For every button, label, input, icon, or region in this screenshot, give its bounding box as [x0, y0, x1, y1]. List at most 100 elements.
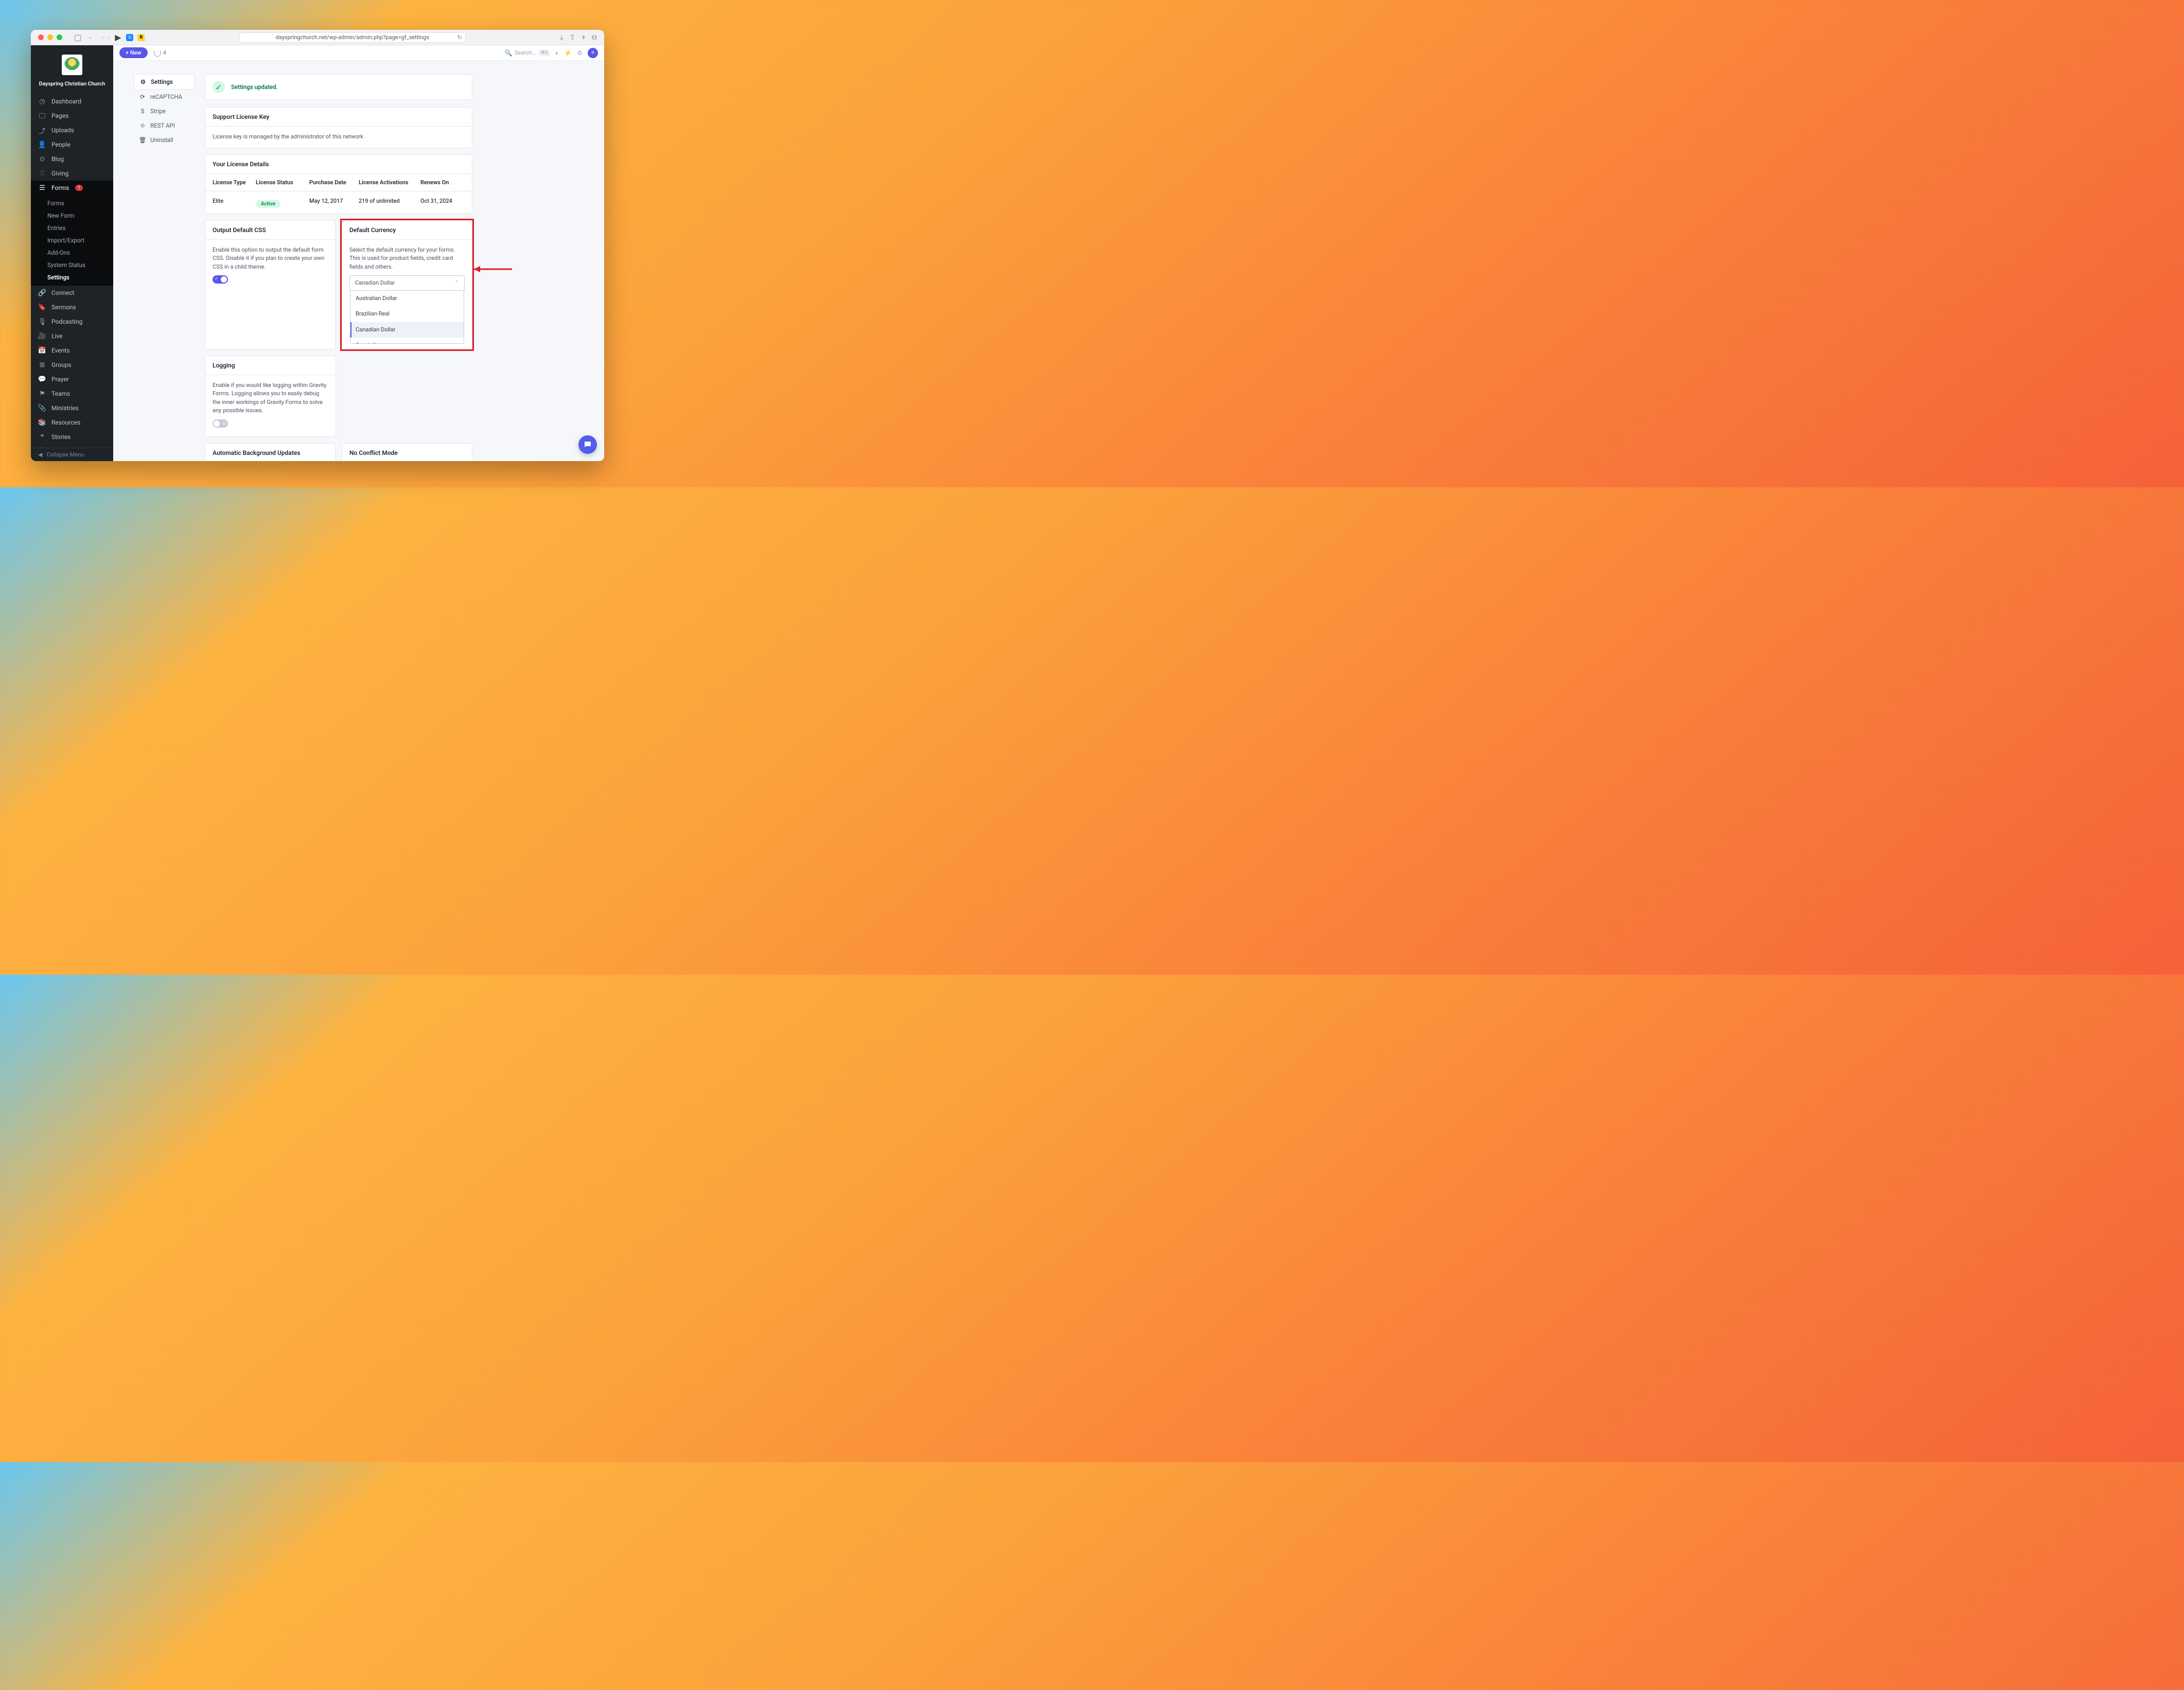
dropdown-option[interactable]: Czech Koruna [350, 338, 464, 344]
sidebar-item-ministries[interactable]: 📎Ministries [31, 401, 113, 415]
sidebar-item-groups[interactable]: ⊞Groups [31, 358, 113, 372]
play-icon[interactable]: ▶ [114, 33, 122, 42]
bolt-icon[interactable]: ⚡ [564, 49, 572, 57]
license-table-row: Elite Active May 12, 2017 219 of unlimit… [205, 191, 472, 214]
extension-icon[interactable]: R [137, 34, 145, 41]
traffic-lights [38, 34, 62, 40]
reload-icon[interactable]: ↻ [457, 34, 462, 41]
intercom-button[interactable] [578, 435, 597, 454]
share-icon[interactable]: ⇧ [569, 33, 575, 42]
site-name: Dayspring Christian Church [39, 80, 105, 87]
currency-card: Default Currency Select the default curr… [342, 220, 472, 349]
minimize-window-button[interactable] [47, 34, 53, 40]
td: Active [256, 198, 309, 207]
submenu-item[interactable]: Entries [31, 222, 113, 234]
card-title: Default Currency [342, 221, 472, 240]
forward-button[interactable]: › [108, 33, 110, 42]
search-box[interactable]: 🔍 Search... ⌘K [505, 49, 550, 57]
currency-select[interactable]: Canadian Dollar ⌃ Australian DollarBrazi… [349, 275, 465, 291]
row-updates-conflict: Automatic Background Updates Enable to a… [205, 443, 472, 461]
trash-icon: 🗑 [139, 136, 146, 144]
link-icon: 🔗 [38, 289, 46, 297]
sidenav-item-stripe[interactable]: SStripe [134, 104, 195, 118]
site-logo[interactable] [62, 55, 82, 75]
submenu-item[interactable]: New Form [31, 209, 113, 222]
toolbar-right: ⤓ ⇧ + ⧉ [560, 33, 597, 42]
td: 219 of unlimited [359, 198, 420, 207]
td: May 12, 2017 [309, 198, 359, 207]
back-button[interactable]: ‹ [101, 33, 103, 42]
sidebar-label: Events [51, 347, 70, 354]
theme-icon[interactable]: ◐ [555, 49, 559, 57]
new-tab-icon[interactable]: + [582, 33, 586, 42]
sidebar-item-live[interactable]: 🎥Live [31, 329, 113, 343]
gear-icon[interactable]: ⚙ [577, 49, 583, 57]
sidenav-label: Stripe [150, 108, 166, 115]
th: License Type [213, 179, 256, 186]
dropdown-option[interactable]: Canadian Dollar [350, 322, 464, 338]
row-css-currency: Output Default CSS Enable this option to… [205, 220, 472, 349]
submenu-item[interactable]: Add-Ons [31, 247, 113, 259]
sidebar-toggle-icon[interactable]: ▢ [74, 33, 82, 42]
sidebar-label: Giving [51, 170, 68, 177]
sidebar-item-people[interactable]: 👤People [31, 137, 113, 152]
tabs-icon[interactable]: ⧉ [592, 33, 597, 42]
download-icon[interactable]: ⤓ [560, 33, 563, 42]
submenu-item[interactable]: Forms [31, 197, 113, 209]
sidebar-item-teams[interactable]: ⚑Teams [31, 386, 113, 401]
sidebar-item-blog[interactable]: ⊙Blog [31, 152, 113, 166]
quote-icon: ❝ [38, 433, 46, 441]
submenu-item[interactable]: Settings [31, 271, 113, 284]
dropdown-option[interactable]: Brazilian Real [350, 306, 464, 322]
sidebar-label: Podcasting [51, 318, 82, 325]
sidenav-item-rest-api[interactable]: ⟐REST API [134, 118, 195, 133]
brand: Dayspring Christian Church [31, 45, 113, 94]
mic-icon: 🎙 [38, 318, 46, 326]
logging-toggle[interactable] [213, 419, 228, 428]
sidebar-item-giving[interactable]: ♡Giving [31, 166, 113, 181]
output-css-toggle[interactable] [213, 275, 228, 284]
sidebar-item-pages[interactable]: 🖵Pages [31, 109, 113, 123]
sidebar-item-stories[interactable]: ❝Stories [31, 430, 113, 444]
sidebar-item-podcasting[interactable]: 🎙 Podcasting [31, 314, 113, 329]
sidebar-label: Live [51, 332, 62, 340]
sidebar-item-dashboard[interactable]: ◷Dashboard [31, 94, 113, 109]
user-avatar[interactable]: ≡ [588, 48, 598, 58]
sidebar-item-forms[interactable]: ☰Forms1 [31, 181, 113, 195]
card-body: Enable this option to output the default… [205, 240, 335, 293]
sidebar-item-prayer[interactable]: 💬Prayer [31, 372, 113, 386]
rss-icon: ⊙ [38, 155, 46, 163]
card-title: Logging [205, 356, 336, 375]
onepassword-icon[interactable]: ⊙ [126, 34, 133, 41]
sidenav-item-settings[interactable]: ⚙Settings [134, 74, 195, 90]
th: Purchase Date [309, 179, 359, 186]
status-pill: Active [256, 200, 280, 208]
logging-card: Logging Enable if you would like logging… [205, 356, 336, 437]
sidebar-item-connect[interactable]: 🔗Connect [31, 286, 113, 300]
chat-icon: 💬 [38, 375, 46, 383]
collapse-menu-button[interactable]: ◀ Collapse Menu [31, 448, 113, 461]
sidenav-label: REST API [150, 122, 175, 129]
submenu-item[interactable]: System Status [31, 259, 113, 271]
sidebar-item-uploads[interactable]: ⤴Uploads [31, 123, 113, 137]
sidebar-label: Teams [51, 390, 70, 397]
badge: 1 [75, 185, 83, 191]
update-icon [154, 49, 161, 57]
sidebar-item-events[interactable]: 📅Events [31, 343, 113, 358]
dropdown-option[interactable]: Australian Dollar [350, 291, 464, 307]
sidebar-item-resources[interactable]: 📚Resources [31, 415, 113, 430]
maximize-window-button[interactable] [57, 34, 62, 40]
sidebar-item-sermons[interactable]: 🔖Sermons [31, 300, 113, 314]
dropdown-icon[interactable]: ⌄ [86, 33, 94, 42]
sidenav-item-recaptcha[interactable]: ⟳reCAPTCHA [134, 90, 195, 104]
close-window-button[interactable] [38, 34, 44, 40]
collapse-label: Collapse Menu [46, 451, 84, 458]
url-bar[interactable]: dayspringchurch.net/wp-admin/admin.php?p… [239, 32, 466, 43]
update-count[interactable]: 4 [154, 49, 166, 57]
sidenav-item-uninstall[interactable]: 🗑Uninstall [134, 133, 195, 147]
submenu-item[interactable]: Import/Export [31, 234, 113, 247]
sidebar-label: Sermons [51, 304, 76, 311]
sidebar-item-locations[interactable]: 📍Locations [31, 444, 113, 448]
new-button[interactable]: + New [119, 47, 148, 58]
main-area: + New 4 🔍 Search... ⌘K ◐ ⚡ ⚙ ≡ ⚙Settings… [113, 45, 604, 461]
